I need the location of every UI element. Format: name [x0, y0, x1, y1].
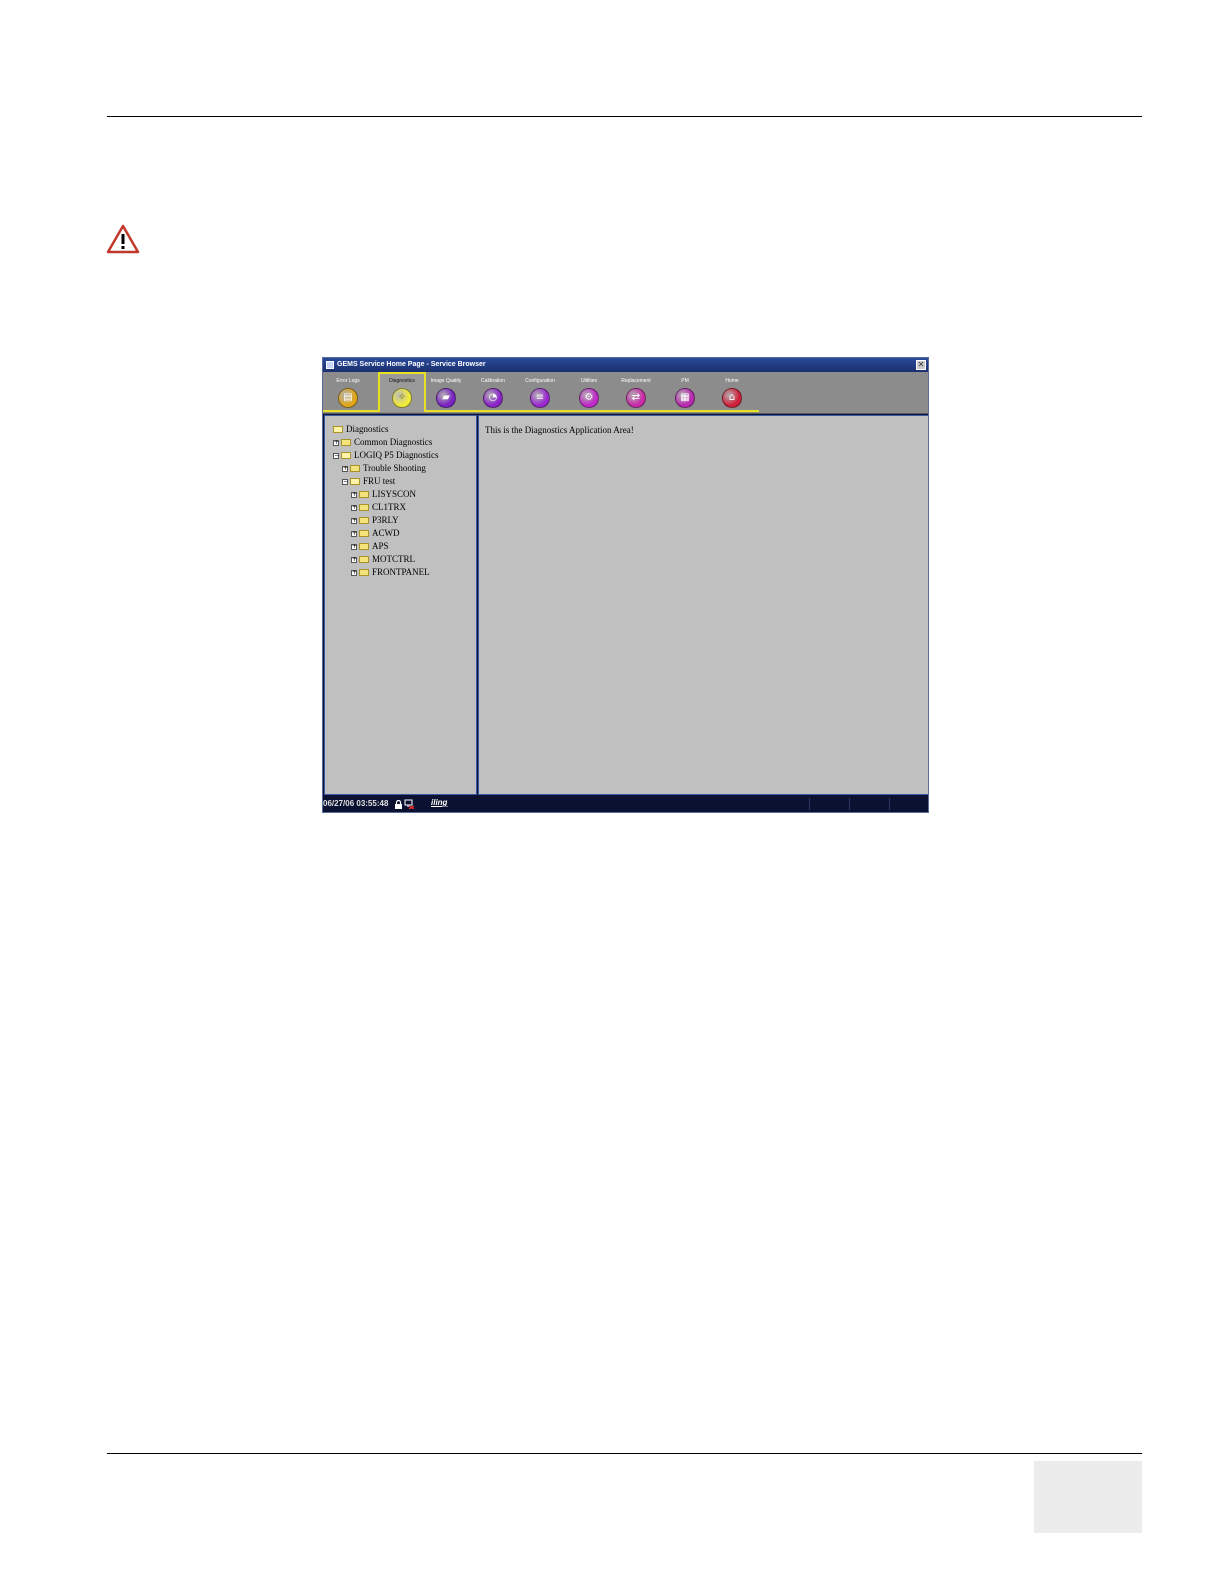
folder-icon — [359, 530, 369, 538]
tree-item[interactable]: + APS — [351, 540, 389, 552]
tab-pm[interactable]: PM ▦ — [661, 372, 709, 412]
utilities-icon: ⚙ — [579, 388, 599, 408]
tab-image-quality[interactable]: Image Quality ▰ — [422, 372, 470, 412]
expand-icon[interactable]: + — [351, 569, 357, 576]
tab-label: Diagnostics — [389, 378, 415, 384]
status-divider — [809, 798, 810, 810]
close-button[interactable]: ✕ — [916, 360, 926, 370]
tree-item-label: FRONTPANEL — [372, 567, 430, 577]
application-area-text: This is the Diagnostics Application Area… — [485, 425, 634, 435]
warning-icon — [106, 224, 140, 254]
error-logs-icon: ▤ — [338, 388, 358, 408]
app-icon — [326, 361, 334, 369]
folder-icon — [350, 465, 360, 473]
tab-home[interactable]: Home ⌂ — [708, 372, 756, 412]
tab-utilities[interactable]: Utilities ⚙ — [565, 372, 613, 412]
tab-label: PM — [681, 378, 689, 384]
status-divider — [849, 798, 850, 810]
tree-item-label: MOTCTRL — [372, 554, 416, 564]
pm-icon: ▦ — [675, 388, 695, 408]
status-datetime: 06/27/06 03:55:48 — [323, 799, 389, 808]
tree-item-label: P3RLY — [372, 515, 399, 525]
folder-open-icon — [350, 478, 360, 486]
tab-error-logs[interactable]: Error Logs ▤ — [324, 372, 372, 412]
status-bar: 06/27/06 03:55:48 iling — [323, 796, 928, 812]
folder-icon — [341, 439, 351, 447]
collapse-icon[interactable]: − — [342, 478, 348, 485]
iling-logo: iling — [431, 798, 448, 807]
tab-calibration[interactable]: Calibration ◔ — [469, 372, 517, 412]
service-browser-window: GEMS Service Home Page - Service Browser… — [322, 357, 929, 813]
folder-icon — [359, 517, 369, 525]
folder-icon — [359, 556, 369, 564]
tab-label: Utilities — [580, 378, 598, 384]
tab-label: Home — [725, 378, 739, 384]
tab-label: Configuration — [525, 378, 555, 384]
lock-icon — [395, 800, 402, 809]
tree-item-label: LOGIQ P5 Diagnostics — [354, 450, 439, 460]
tree-item[interactable]: − FRU test — [342, 475, 395, 487]
tree-item[interactable]: Diagnostics — [333, 423, 389, 435]
tree-item[interactable]: + LISYSCON — [351, 488, 416, 500]
tree-item[interactable]: + P3RLY — [351, 514, 399, 526]
tree-item-label: ACWD — [372, 528, 400, 538]
footer-rule — [107, 1453, 1142, 1454]
tab-label: Error Logs — [336, 378, 360, 384]
tree-item[interactable]: + CL1TRX — [351, 501, 406, 513]
diagnostics-icon: ✧ — [392, 388, 412, 408]
calibration-icon: ◔ — [483, 388, 503, 408]
tree-item[interactable]: + MOTCTRL — [351, 553, 415, 565]
navigation-tree-panel: Diagnostics + Common Diagnostics − LOGIQ P5 … — [324, 415, 477, 795]
tree-item-label: FRU test — [363, 476, 396, 486]
tree-item[interactable]: − LOGIQ P5 Diagnostics — [333, 449, 439, 461]
expand-icon[interactable]: + — [333, 439, 339, 446]
window-title: GEMS Service Home Page - Service Browser — [337, 361, 486, 368]
page-number-box — [1034, 1461, 1142, 1533]
configuration-icon: ≡ — [530, 388, 550, 408]
folder-open-icon — [333, 426, 343, 434]
tab-label: Image Quality — [430, 378, 462, 384]
expand-icon[interactable]: + — [351, 517, 357, 524]
home-icon: ⌂ — [722, 388, 742, 408]
tree-item[interactable]: + Common Diagnostics — [333, 436, 432, 448]
tree-item[interactable]: + ACWD — [351, 527, 400, 539]
tree-item[interactable]: + FRONTPANEL — [351, 566, 430, 578]
tab-replacement[interactable]: Replacement ⇄ — [612, 372, 660, 412]
expand-icon[interactable]: + — [351, 504, 357, 511]
header-rule — [107, 116, 1142, 117]
tab-label: Replacement — [621, 378, 651, 384]
service-toolbar: Error Logs ▤ Diagnostics ✧ Image Quality ▰ Cal… — [323, 372, 928, 414]
expand-icon[interactable]: + — [351, 491, 357, 498]
tree-item[interactable]: + Trouble Shooting — [342, 462, 426, 474]
folder-icon — [359, 569, 369, 577]
expand-icon[interactable]: + — [351, 530, 357, 537]
tab-label: Calibration — [481, 378, 505, 384]
folder-open-icon — [341, 452, 351, 460]
tree-item-label: Trouble Shooting — [363, 463, 426, 473]
tree-item-label: LISYSCON — [372, 489, 417, 499]
folder-icon — [359, 543, 369, 551]
expand-icon[interactable]: + — [351, 556, 357, 563]
folder-icon — [359, 504, 369, 512]
status-divider — [889, 798, 890, 810]
tab-configuration[interactable]: Configuration ≡ — [516, 372, 564, 412]
image-quality-icon: ▰ — [436, 388, 456, 408]
tab-diagnostics[interactable]: Diagnostics ✧ — [378, 372, 426, 412]
tree-item-label: APS — [372, 541, 389, 551]
tree-item-label: CL1TRX — [372, 502, 407, 512]
tree-item-label: Common Diagnostics — [354, 437, 433, 447]
folder-icon — [359, 491, 369, 499]
tree-item-label: Diagnostics — [346, 424, 389, 434]
replacement-icon: ⇄ — [626, 388, 646, 408]
expand-icon[interactable]: + — [342, 465, 348, 472]
network-icon — [404, 799, 414, 809]
application-area: This is the Diagnostics Application Area… — [478, 415, 928, 795]
collapse-icon[interactable]: − — [333, 452, 339, 459]
expand-icon[interactable]: + — [351, 543, 357, 550]
title-bar[interactable]: GEMS Service Home Page - Service Browser… — [323, 358, 928, 372]
